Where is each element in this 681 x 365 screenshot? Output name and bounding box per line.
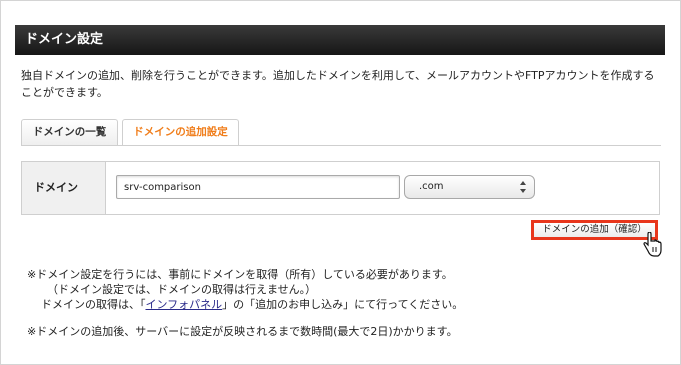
- tab-domain-list[interactable]: ドメインの一覧: [21, 119, 118, 146]
- note-line-3: ドメインの取得は、「インフォパネル」の「追加のお申し込み」にて行ってください。: [27, 297, 657, 312]
- select-arrows-icon: [520, 181, 526, 193]
- tab-domain-add[interactable]: ドメインの追加設定: [122, 119, 239, 146]
- domain-input[interactable]: [116, 175, 400, 199]
- notes: ※ドメイン設定を行うには、事前にドメインを取得（所有）している必要があります。 …: [27, 267, 657, 312]
- tab-divider: [21, 145, 661, 146]
- note-line-3-prefix: ドメインの取得は、「: [41, 298, 146, 311]
- note-line-4: ※ドメインの追加後、サーバーに設定が反映されるまで数時間(最大で2日)かかります…: [27, 325, 458, 338]
- add-domain-confirm-button[interactable]: ドメインの追加（確認）: [531, 220, 658, 240]
- domain-form: ドメイン .com: [21, 161, 660, 215]
- page-title: ドメイン設定: [15, 25, 665, 55]
- domain-label: ドメイン: [22, 162, 106, 214]
- hand-cursor-icon: [643, 232, 662, 257]
- tld-select[interactable]: .com: [404, 175, 535, 199]
- main-frame: ドメイン設定 独自ドメインの追加、削除を行うことができます。追加したドメインを利…: [0, 0, 681, 365]
- info-panel-link[interactable]: インフォパネル: [146, 298, 223, 311]
- note-line-2: （ドメイン設定では、ドメインの取得は行えません。）: [47, 283, 317, 296]
- intro-text: 独自ドメインの追加、削除を行うことができます。追加したドメインを利用して、メール…: [21, 69, 655, 99]
- tld-selected-value: .com: [419, 181, 444, 192]
- note-line-3-suffix: 」の「追加のお申し込み」にて行ってください。: [222, 298, 464, 311]
- note-line-1: ※ドメイン設定を行うには、事前にドメインを取得（所有）している必要があります。: [27, 268, 453, 281]
